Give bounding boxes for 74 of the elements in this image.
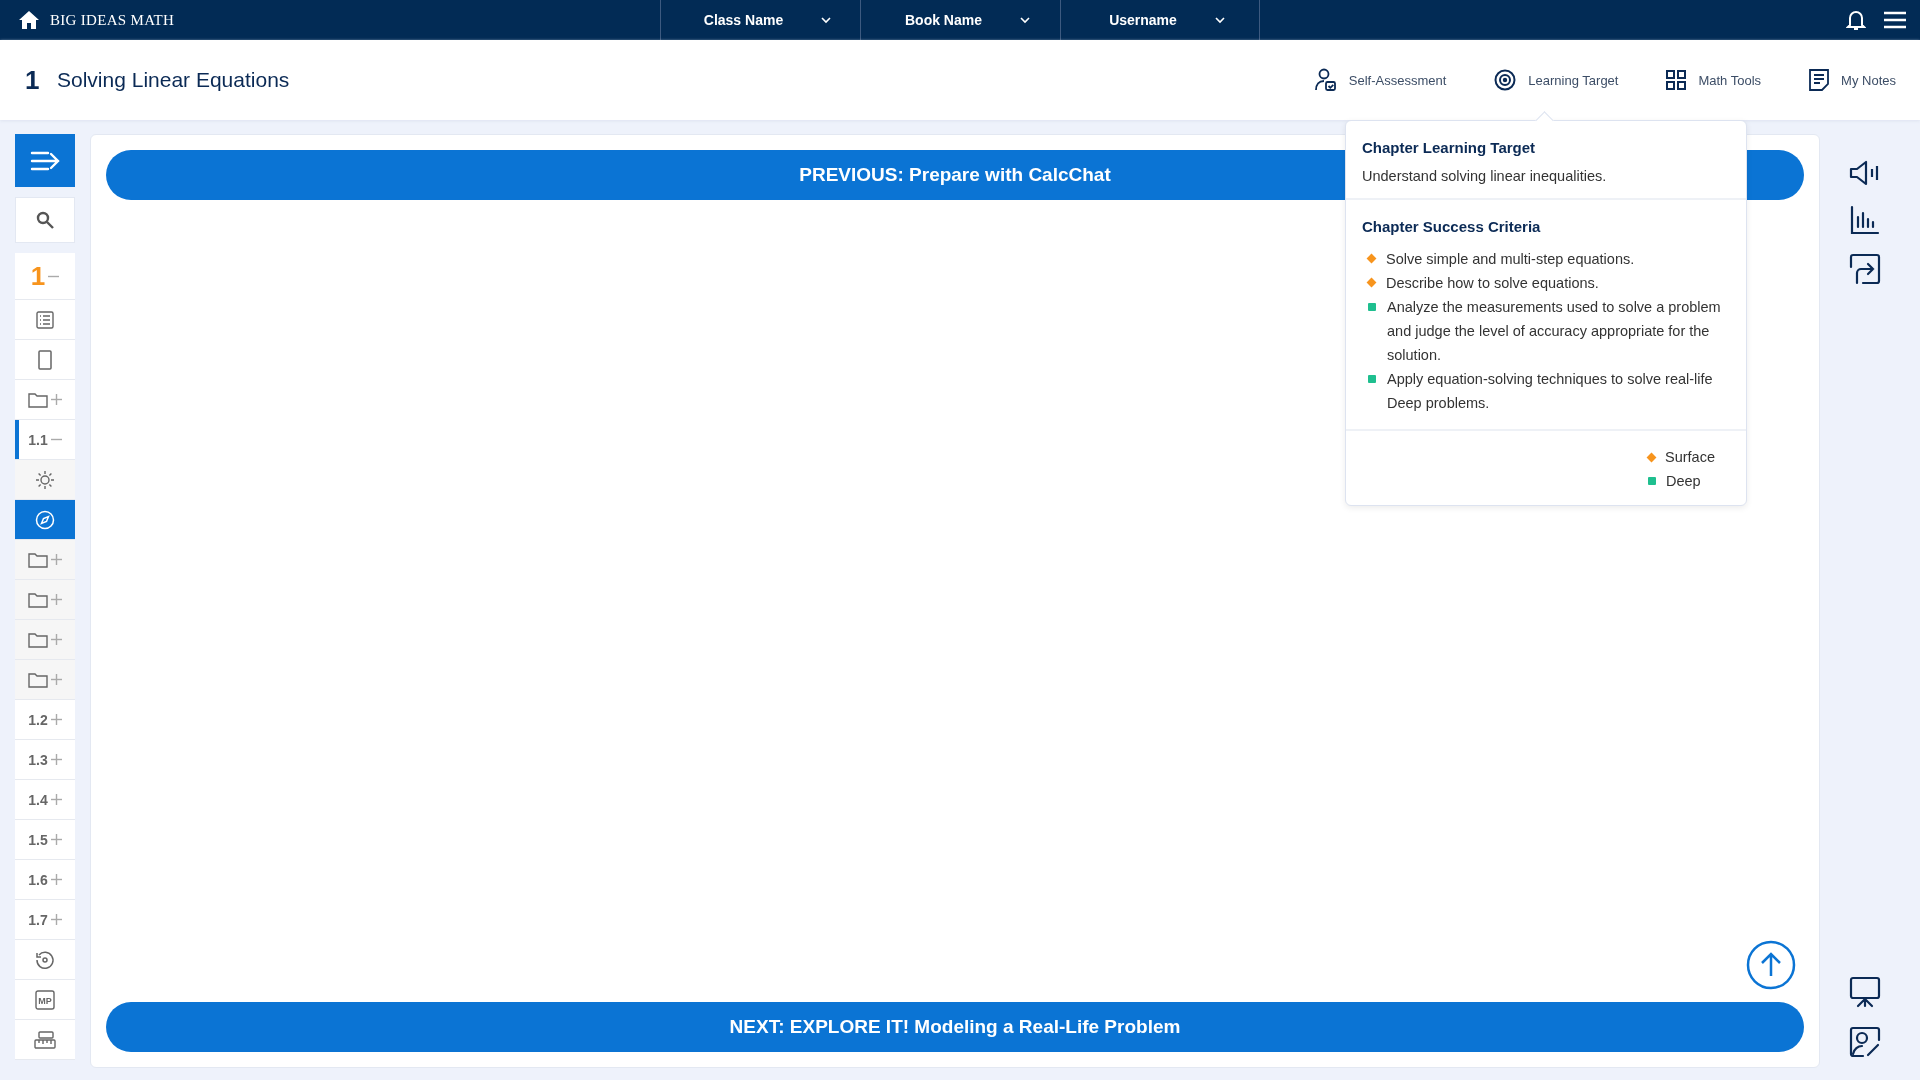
expand-icon[interactable] [51, 394, 62, 405]
folder-icon [28, 391, 48, 408]
expand-icon[interactable] [50, 834, 62, 845]
chapter-number: 1 [25, 64, 41, 96]
arrow-up-icon[interactable] [1746, 940, 1796, 990]
sidebar-item[interactable] [15, 620, 75, 660]
history-icon [35, 949, 55, 970]
sidebar-item[interactable] [15, 580, 75, 620]
section-number: 1.7 [28, 911, 48, 928]
expand-icon[interactable] [50, 754, 62, 765]
target-icon [1494, 69, 1517, 91]
criterion-text: Apply equation-solving techniques to solve real-life Deep problems. [1387, 370, 1714, 413]
brand-logo[interactable]: BIG IDEAS MATH [50, 11, 175, 29]
toolbar-button[interactable]: Learning Target [1494, 68, 1619, 92]
grid-icon [1666, 70, 1687, 90]
section-number: 1.3 [28, 751, 48, 768]
folder-icon [28, 551, 48, 568]
menu-icon[interactable] [1884, 11, 1906, 29]
expand-icon[interactable] [51, 674, 62, 685]
search-button[interactable] [15, 197, 75, 243]
ruler-icon [33, 1029, 57, 1050]
sidebar-item[interactable]: 1.1 [15, 420, 75, 460]
notes-icon [1809, 69, 1830, 91]
search-icon [36, 211, 54, 229]
next-button[interactable]: NEXT: EXPLORE IT! Modeling a Real-Life Problem [106, 1002, 1804, 1052]
bar-chart-icon[interactable] [1850, 205, 1880, 235]
expand-icon[interactable] [51, 634, 62, 645]
home-icon[interactable] [18, 10, 40, 30]
expand-icon[interactable] [51, 594, 62, 605]
speaker-icon[interactable] [1849, 159, 1881, 187]
chevron-down-icon [1214, 16, 1225, 24]
criterion-text: Describe how to solve equations. [1386, 274, 1599, 293]
menu-expand-icon [30, 149, 60, 172]
person-check-icon [1314, 68, 1337, 92]
sidebar-item[interactable] [15, 460, 75, 500]
section-number: 1.6 [28, 871, 48, 888]
legend-label: Surface [1665, 449, 1715, 465]
share-arrow-icon[interactable] [1849, 253, 1881, 285]
chapter-number: 1 [30, 260, 46, 292]
list-icon [36, 310, 54, 329]
expand-icon[interactable] [50, 874, 62, 885]
page-icon [38, 349, 52, 370]
section-number: 1.4 [28, 791, 48, 808]
expand-icon[interactable] [50, 794, 62, 805]
mp-icon: MP [35, 989, 55, 1010]
sun-icon [35, 469, 55, 490]
sidebar-item[interactable] [15, 540, 75, 580]
sidebar-item[interactable] [15, 500, 75, 540]
toolbar-button[interactable]: Self-Assessment [1314, 68, 1447, 92]
toolbar-button[interactable]: My Notes [1809, 68, 1896, 92]
section-number: 1.1 [28, 431, 48, 448]
folder-icon [28, 591, 48, 608]
sidebar-toggle-button[interactable] [15, 134, 75, 187]
legend-label: Deep [1666, 473, 1701, 489]
folder-icon [28, 671, 48, 688]
bell-icon[interactable] [1846, 9, 1866, 31]
chevron-down-icon [821, 16, 832, 24]
expand-icon[interactable] [51, 554, 62, 565]
section-number: 1.5 [28, 831, 48, 848]
criterion-text: Analyze the measurements used to solve a problem and judge the level of accuracy appropriate for the solution. [1387, 298, 1722, 365]
criterion-text: Solve simple and multi-step equations. [1386, 250, 1635, 269]
expand-icon[interactable] [50, 714, 62, 725]
person-edit-icon[interactable] [1849, 1026, 1881, 1058]
chapter-title: Solving Linear Equations [57, 68, 290, 92]
presentation-icon[interactable] [1849, 976, 1881, 1008]
toolbar-button[interactable]: Math Tools [1666, 68, 1762, 92]
popup-heading: Chapter Success Criteria [1362, 218, 1542, 235]
compass-icon [35, 509, 55, 530]
chevron-down-icon [1020, 16, 1030, 24]
sidebar-item[interactable] [15, 660, 75, 700]
expand-icon[interactable] [50, 914, 62, 925]
section-number: 1.2 [28, 711, 48, 728]
learning-target-text: Understand solving linear inequalities. [1362, 168, 1608, 184]
folder-icon [28, 631, 48, 648]
